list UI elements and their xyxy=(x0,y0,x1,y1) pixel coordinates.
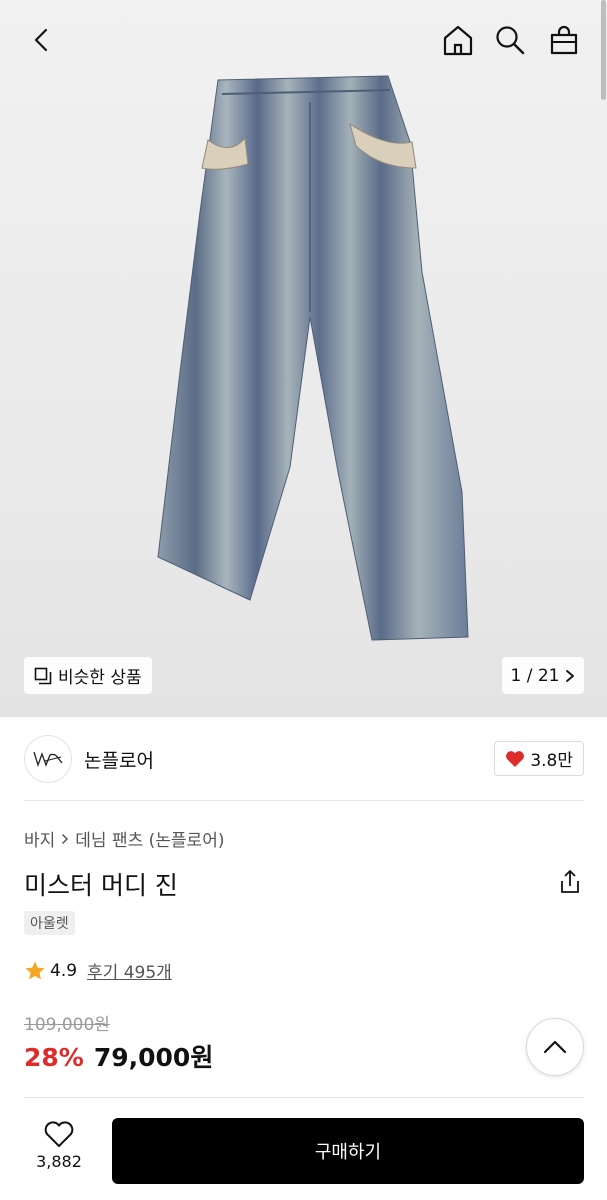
brand-logo[interactable] xyxy=(24,735,72,783)
breadcrumb-subcategory[interactable]: 데님 팬츠 (논플로어) xyxy=(75,826,224,851)
image-counter-label: 1 / 21 xyxy=(510,665,560,686)
heart-icon xyxy=(44,1121,74,1147)
review-link[interactable]: 후기 495개 xyxy=(87,958,172,983)
chevron-right-icon xyxy=(566,669,575,682)
brand-logo-mark xyxy=(33,751,63,768)
search-icon xyxy=(496,26,525,55)
back-icon xyxy=(34,28,48,52)
back-button[interactable] xyxy=(22,20,62,60)
divider xyxy=(24,1097,584,1098)
product-image[interactable] xyxy=(150,72,480,652)
brand-name[interactable]: 논플로어 xyxy=(84,746,154,773)
image-counter[interactable]: 1 / 21 xyxy=(502,657,584,694)
outlet-tag: 아울렛 xyxy=(24,911,75,935)
star-icon xyxy=(25,961,45,979)
chevron-up-icon xyxy=(543,1040,567,1054)
home-icon xyxy=(443,25,473,56)
breadcrumb-category[interactable]: 바지 xyxy=(24,826,55,851)
similar-products-button[interactable]: 비슷한 상품 xyxy=(24,657,152,694)
wishlist-count: 3,882 xyxy=(36,1152,82,1171)
similar-products-label: 비슷한 상품 xyxy=(58,668,142,688)
scrollbar[interactable] xyxy=(601,0,606,100)
scroll-to-top-button[interactable] xyxy=(526,1018,584,1076)
share-button[interactable] xyxy=(556,868,584,896)
wishlist-button[interactable]: 3,882 xyxy=(24,1120,94,1171)
brand-like-count: 3.8만 xyxy=(530,751,573,771)
price-row: 28% 79,000원 xyxy=(24,1038,213,1074)
buy-button[interactable]: 구매하기 xyxy=(112,1118,584,1184)
rating-score: 4.9 xyxy=(50,960,78,981)
cart-button[interactable] xyxy=(544,20,584,60)
breadcrumb: 바지 데님 팬츠 (논플로어) xyxy=(24,826,224,851)
share-icon xyxy=(561,870,579,893)
bottom-action-bar: 3,882 구매하기 xyxy=(0,1100,607,1200)
brand-like-button[interactable]: 3.8만 xyxy=(494,741,584,776)
bag-icon xyxy=(550,25,578,55)
search-button[interactable] xyxy=(490,20,530,60)
home-button[interactable] xyxy=(438,20,478,60)
sale-price: 79,000원 xyxy=(93,1043,214,1072)
chevron-right-icon xyxy=(62,833,69,844)
similar-icon xyxy=(34,667,52,684)
divider xyxy=(24,800,584,801)
brand-row: 논플로어 3.8만 xyxy=(24,735,584,783)
product-gallery[interactable]: 비슷한 상품 1 / 21 xyxy=(0,0,607,717)
rating-row: 4.9 후기 495개 xyxy=(24,958,172,983)
heart-icon xyxy=(506,750,525,767)
discount-rate: 28% xyxy=(24,1043,84,1072)
original-price: 109,000원 xyxy=(24,1015,110,1035)
product-title: 미스터 머디 진 xyxy=(24,871,178,900)
